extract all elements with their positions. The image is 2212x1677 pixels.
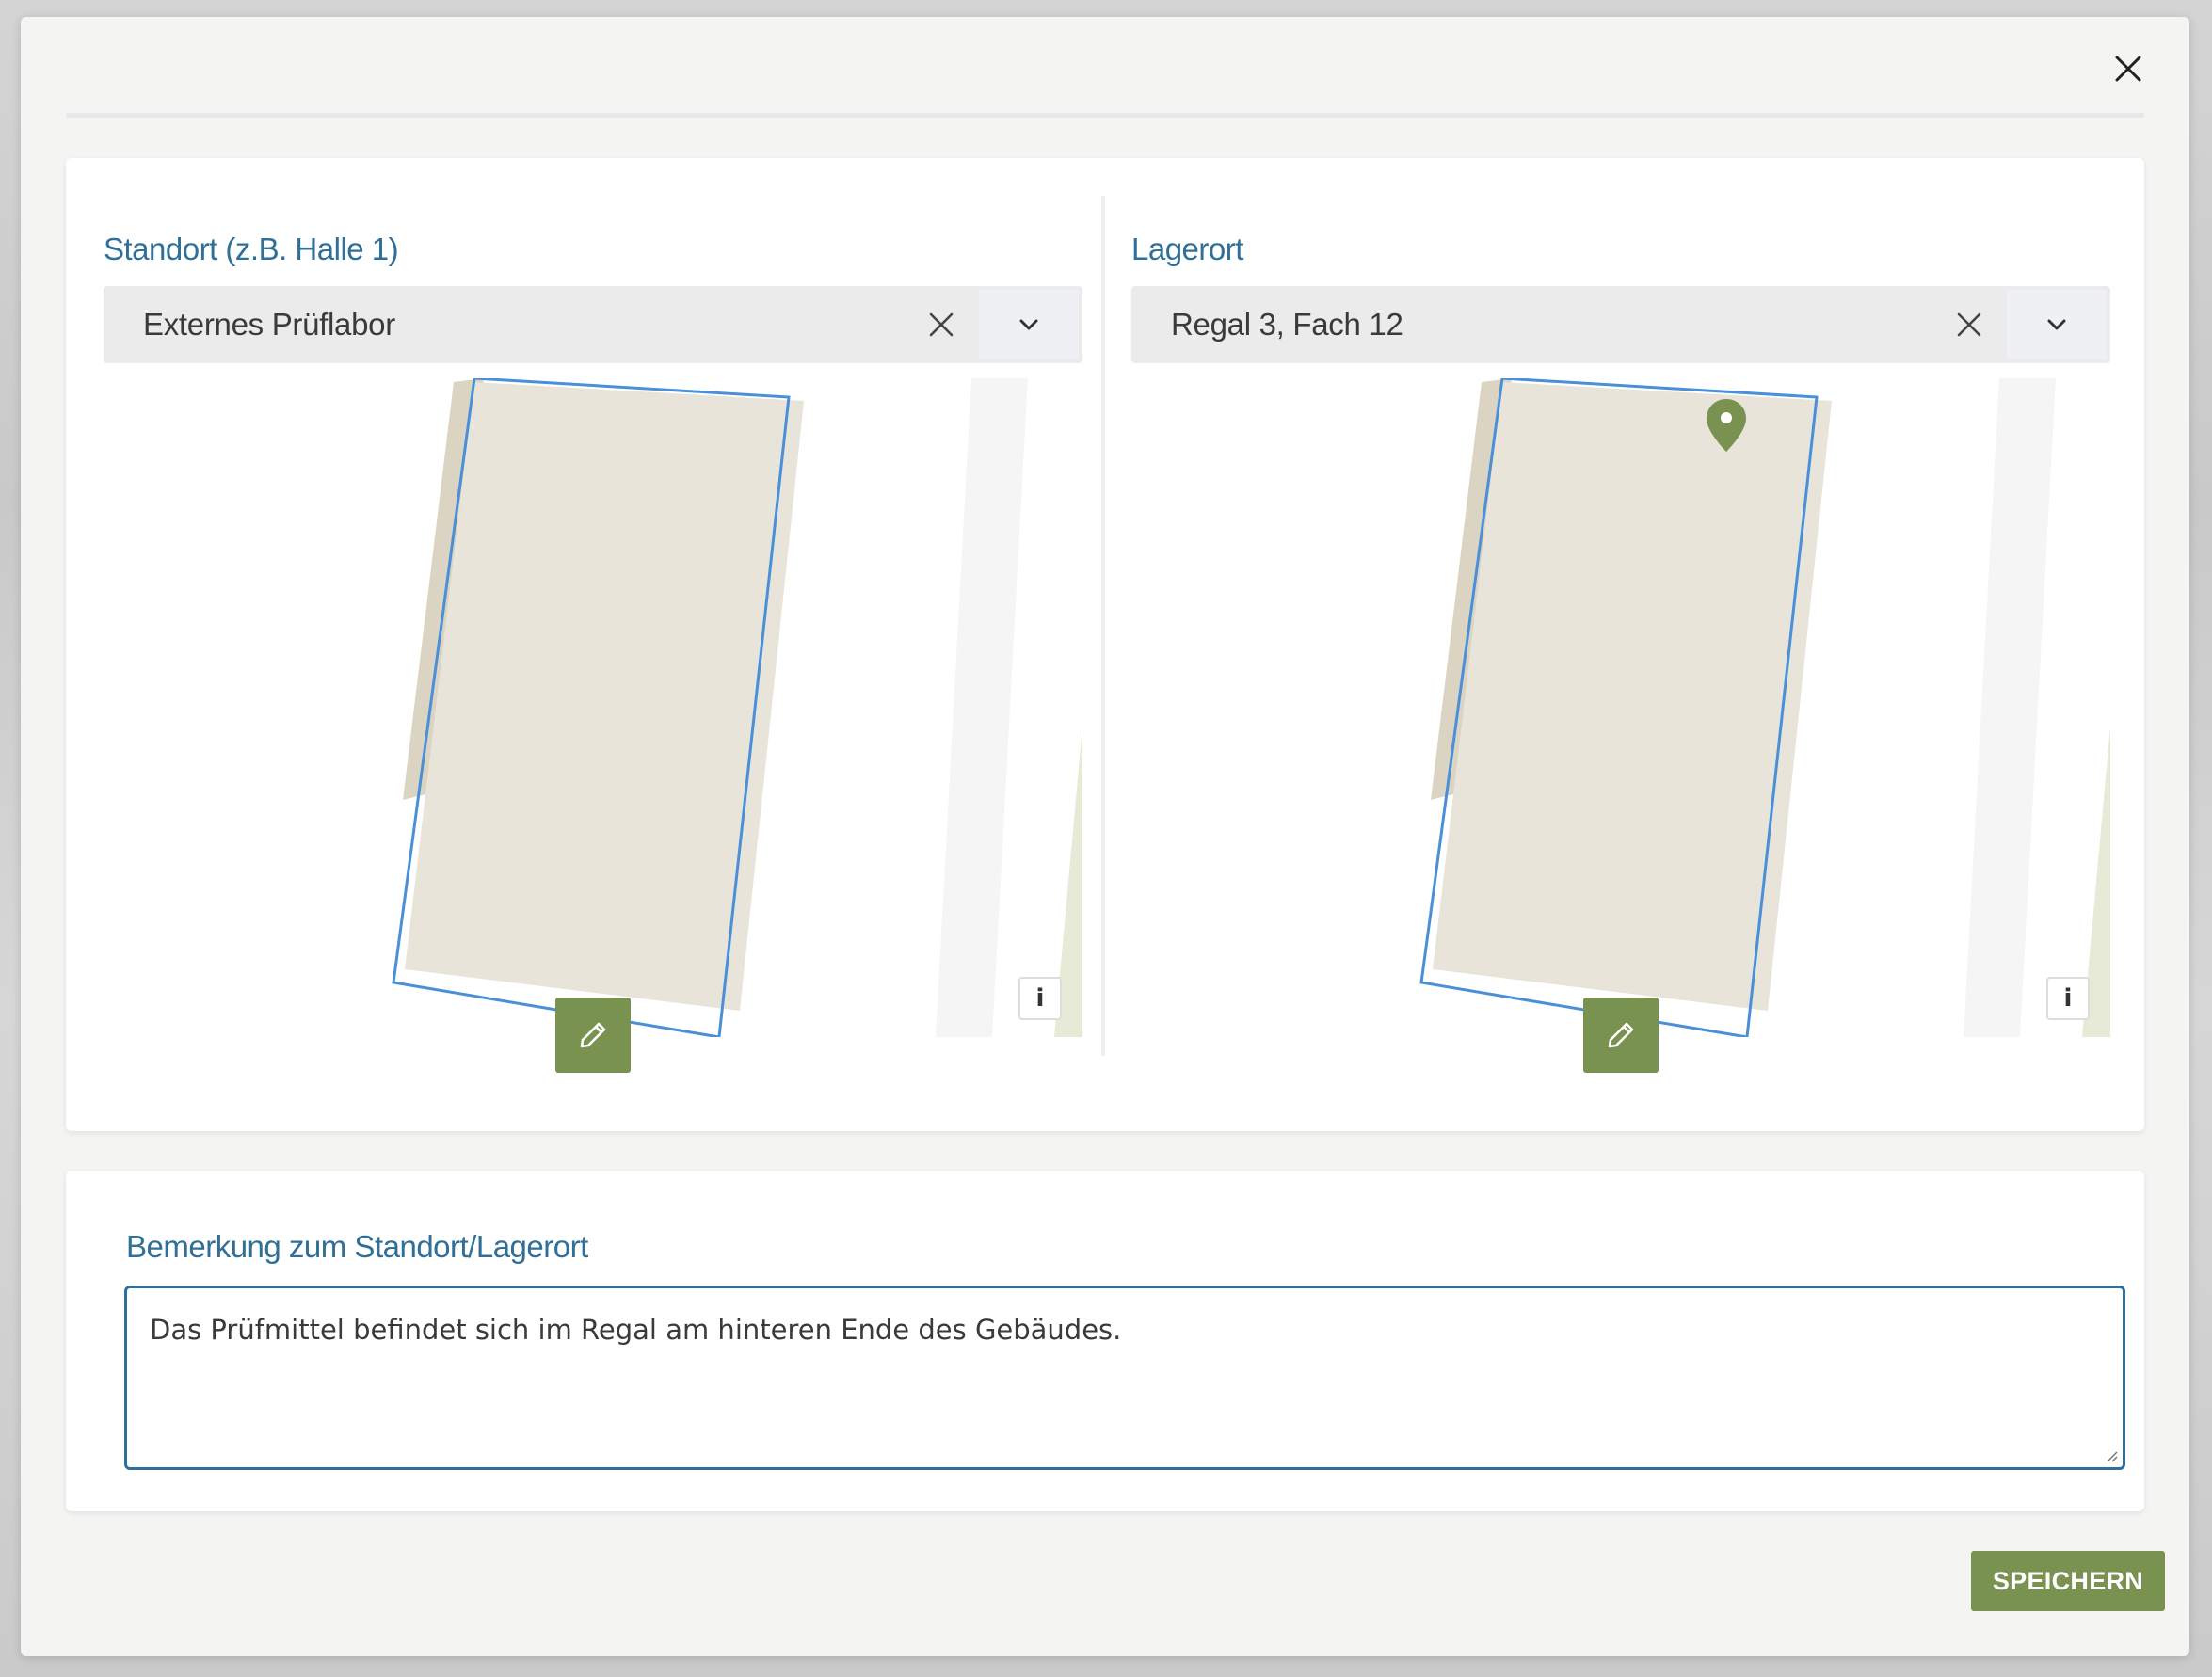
storage-column: Lagerort Regal 3, Fach 12 i xyxy=(1131,158,2110,1131)
location-card: Standort (z.B. Halle 1) Externes Prüflab… xyxy=(66,158,2144,1131)
location-label: Standort (z.B. Halle 1) xyxy=(104,232,399,266)
remark-card: Bemerkung zum Standort/Lagerort Das Prüf… xyxy=(66,1171,2144,1511)
column-divider xyxy=(1101,196,1105,1056)
resize-grip-icon[interactable] xyxy=(2104,1448,2119,1463)
location-dialog: Standort (z.B. Halle 1) Externes Prüflab… xyxy=(21,17,2189,1656)
location-select-value: Externes Prüflabor xyxy=(143,307,395,342)
location-column: Standort (z.B. Halle 1) Externes Prüflab… xyxy=(104,158,1082,1131)
storage-select[interactable]: Regal 3, Fach 12 xyxy=(1131,286,2110,363)
remark-text: Das Prüfmittel befindet sich im Regal am… xyxy=(150,1314,1122,1346)
storage-map-canvas xyxy=(1131,378,2110,1037)
save-button[interactable]: SPEICHERN xyxy=(1971,1551,2165,1611)
clear-icon xyxy=(1957,312,1981,337)
location-map-canvas xyxy=(104,378,1082,1037)
close-button[interactable] xyxy=(2105,45,2152,92)
storage-dropdown-toggle[interactable] xyxy=(2007,290,2107,359)
location-clear-button[interactable] xyxy=(904,286,979,363)
remark-label: Bemerkung zum Standort/Lagerort xyxy=(126,1229,588,1264)
location-map-info-button[interactable]: i xyxy=(1018,977,1062,1020)
header-divider xyxy=(66,113,2144,118)
storage-map-info-button[interactable]: i xyxy=(2046,977,2090,1020)
chevron-down-icon xyxy=(1019,319,1038,330)
storage-label: Lagerort xyxy=(1131,232,1243,266)
clear-icon xyxy=(929,312,954,337)
location-edit-button[interactable] xyxy=(555,998,631,1073)
pencil-icon xyxy=(1608,1022,1634,1048)
chevron-down-icon xyxy=(2047,319,2066,330)
close-icon xyxy=(2115,56,2141,82)
storage-edit-button[interactable] xyxy=(1583,998,1659,1073)
location-dropdown-toggle[interactable] xyxy=(979,290,1079,359)
location-map[interactable]: i xyxy=(104,378,1082,1073)
location-select[interactable]: Externes Prüflabor xyxy=(104,286,1082,363)
pencil-icon xyxy=(580,1022,606,1048)
storage-clear-button[interactable] xyxy=(1931,286,2007,363)
remark-textarea[interactable]: Das Prüfmittel befindet sich im Regal am… xyxy=(124,1286,2125,1470)
storage-select-value: Regal 3, Fach 12 xyxy=(1171,307,1403,342)
storage-map[interactable]: i xyxy=(1131,378,2110,1073)
